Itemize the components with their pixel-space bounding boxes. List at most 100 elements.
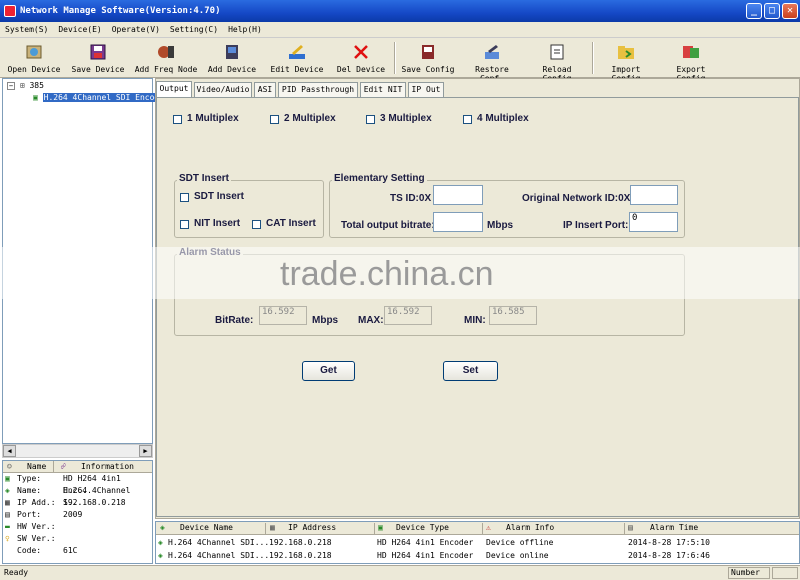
alarm-group-title: Alarm Status [177, 247, 243, 258]
total-output-bitrate-input[interactable] [433, 212, 483, 232]
window-title: Network Manage Software(Version:4.70) [20, 6, 221, 16]
cat-insert-checkbox[interactable] [252, 220, 261, 229]
toolbar-separator [592, 42, 594, 74]
open-device-icon [26, 45, 42, 59]
column-divider [374, 523, 375, 534]
sdt-insert-checkbox[interactable] [180, 193, 189, 202]
tree-device-label: H.264 4Channel SDI Encod [42, 93, 161, 102]
cell-device-name: H.264 4Channel SDI... [168, 538, 270, 547]
multiplex-3-checkbox[interactable] [366, 115, 375, 124]
info-row: ▬ HW Ver.: [3, 521, 152, 533]
add-freq-node-button[interactable]: Add Freq Node [134, 40, 198, 76]
restore-conf-button[interactable]: Restore Conf. [462, 40, 522, 83]
info-key: IP Add.: [17, 498, 56, 507]
tree-device-node[interactable]: ▣ H.264 4Channel SDI Encod [33, 93, 161, 103]
info-row: ▣ Type: HD H264 4in1 Enc... [3, 473, 152, 495]
col-alarm-info[interactable]: Alarm Info [506, 522, 554, 534]
info-row: Code: 61C [3, 545, 152, 557]
menu-device[interactable]: Device(E) [53, 22, 106, 38]
set-button[interactable]: Set [443, 361, 498, 381]
col-alarm-time[interactable]: Alarm Time [650, 522, 698, 534]
info-key: Code: [17, 546, 42, 555]
del-device-button[interactable]: Del Device [334, 40, 388, 76]
tab-ip-out[interactable]: IP Out [408, 82, 444, 98]
edit-device-label: Edit Device [270, 65, 324, 74]
add-device-label: Add Device [207, 65, 257, 74]
tab-asi[interactable]: ASI [254, 82, 276, 98]
alarm-max-value: 16.592 [384, 306, 432, 325]
nit-insert-checkbox[interactable] [180, 220, 189, 229]
reload-icon [550, 44, 564, 60]
multiplex-2-label: 2 Multiplex [284, 113, 336, 124]
alarm-max-label: MAX: [358, 315, 384, 326]
maximize-button[interactable]: □ [764, 3, 780, 19]
status-bar: Ready Number [0, 565, 800, 580]
info-column-icon: ☍ [61, 462, 66, 471]
ip-icon: ▦ [5, 498, 10, 507]
cell-alarm-info: Device online [486, 551, 549, 560]
type-icon: ▣ [5, 474, 10, 483]
del-device-label: Del Device [336, 65, 386, 74]
info-row: ▤ Port: 2009 [3, 509, 152, 521]
save-config-button[interactable]: Save Config [400, 40, 456, 76]
name-icon: ◈ [5, 486, 10, 495]
menu-setting[interactable]: Setting(C) [165, 22, 223, 38]
alarm-min-value: 16.585 [489, 306, 537, 325]
info-row: ♀ SW Ver.: [3, 533, 152, 545]
tree-root[interactable]: − ⊞ 385 [7, 81, 44, 91]
tree-horizontal-scrollbar[interactable]: ◀ ▶ [2, 444, 153, 458]
original-network-id-input[interactable] [630, 185, 678, 205]
tab-video-audio[interactable]: Video/Audio [194, 82, 252, 98]
table-row[interactable]: ◈ H.264 4Channel SDI... 192.168.0.218 HD… [156, 550, 799, 562]
collapse-icon[interactable]: − [7, 82, 15, 90]
cat-insert-label: CAT Insert [266, 218, 316, 229]
multiplex-1-checkbox[interactable] [173, 115, 182, 124]
ts-id-input[interactable] [433, 185, 483, 205]
cell-alarm-time: 2014-8-28 17:5:10 [628, 538, 710, 547]
tab-output[interactable]: Output [156, 81, 192, 98]
status-number-pane: Number [728, 567, 770, 579]
save-device-label: Save Device [71, 65, 125, 74]
open-device-button[interactable]: Open Device [6, 40, 62, 76]
alarm-info-icon: ⚠ [486, 523, 491, 532]
save-config-label: Save Config [401, 65, 455, 74]
menu-operate[interactable]: Operate(V) [107, 22, 165, 38]
get-button[interactable]: Get [302, 361, 355, 381]
multiplex-4-checkbox[interactable] [463, 115, 472, 124]
output-panel: 1 Multiplex 2 Multiplex 3 Multiplex 4 Mu… [156, 97, 799, 517]
menu-help[interactable]: Help(H) [223, 22, 267, 38]
minimize-button[interactable]: _ [746, 3, 762, 19]
info-key: HW Ver.: [17, 522, 56, 531]
col-device-name[interactable]: Device Name [180, 522, 233, 534]
bitrate-unit-label: Mbps [487, 220, 514, 231]
multiplex-3-label: 3 Multiplex [380, 113, 432, 124]
import-config-button[interactable]: Import Config [596, 40, 656, 83]
info-row: ▦ IP Add.: 192.168.0.218 [3, 497, 152, 509]
network-icon: ⊞ [19, 81, 25, 90]
scroll-left-icon[interactable]: ◀ [3, 445, 16, 457]
multiplex-1-label: 1 Multiplex [187, 113, 239, 124]
multiplex-2-checkbox[interactable] [270, 115, 279, 124]
close-button[interactable]: ✕ [782, 3, 798, 19]
menu-system[interactable]: System(S) [0, 22, 53, 38]
tab-edit-nit[interactable]: Edit NIT [360, 82, 406, 98]
menu-bar: System(S) Device(E) Operate(V) Setting(C) He… [0, 22, 800, 38]
cell-device-type: HD H264 4in1 Encoder [377, 538, 474, 547]
export-config-button[interactable]: Export Config [660, 40, 722, 83]
col-device-type[interactable]: Device Type [396, 522, 449, 534]
reload-config-button[interactable]: Reload Config [526, 40, 588, 83]
save-device-button[interactable]: Save Device [70, 40, 126, 76]
device-icon: ▣ [33, 93, 38, 102]
edit-device-button[interactable]: Edit Device [268, 40, 326, 76]
add-device-button[interactable]: Add Device [204, 40, 260, 76]
ip-insert-port-input[interactable]: 0 [629, 212, 678, 232]
info-key: Port: [17, 510, 42, 519]
table-row[interactable]: ◈ H.264 4Channel SDI... 192.168.0.218 HD… [156, 537, 799, 549]
col-ip-address[interactable]: IP Address [288, 522, 336, 534]
scroll-right-icon[interactable]: ▶ [139, 445, 152, 457]
info-key: SW Ver.: [17, 534, 56, 543]
tab-pid-passthrough[interactable]: PID Passthrough [278, 82, 358, 98]
status-empty-pane [772, 567, 798, 579]
total-output-bitrate-label: Total output bitrate: [341, 220, 435, 231]
info-value: 192.168.0.218 [63, 498, 126, 507]
